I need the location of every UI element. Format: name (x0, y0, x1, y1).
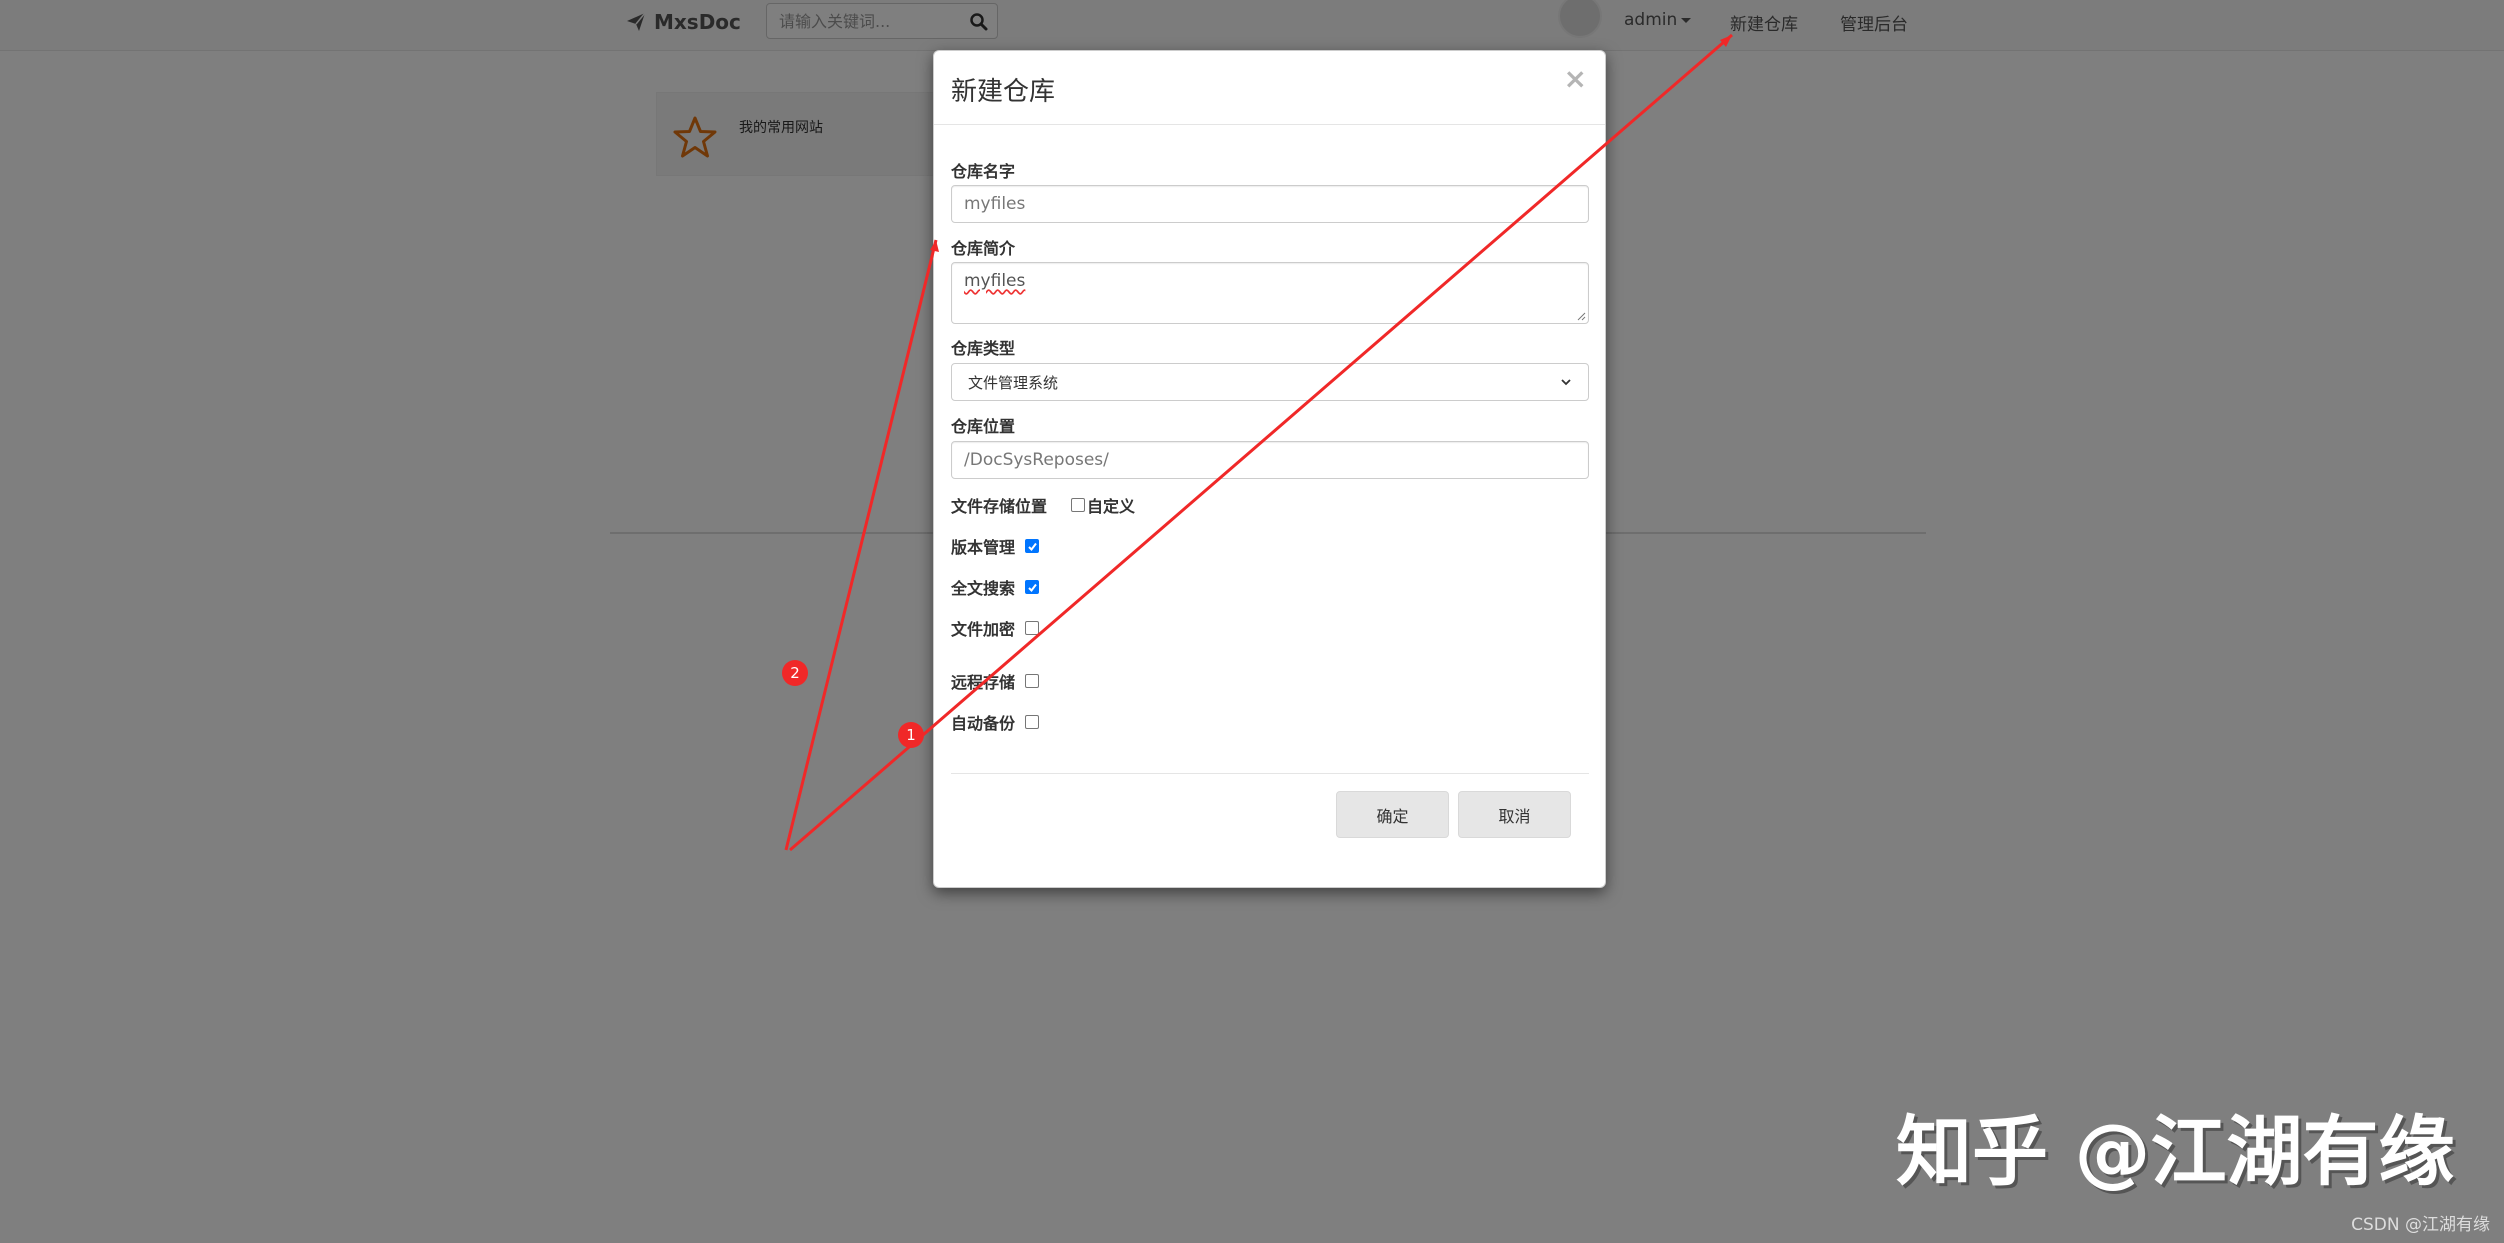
repo-name-label: 仓库名字 (951, 162, 1016, 181)
auto-backup-checkbox[interactable] (1025, 715, 1040, 729)
repo-location-input[interactable]: /DocSysReposes/ (951, 441, 1589, 479)
file-encrypt-row: 文件加密 (951, 616, 1040, 640)
custom-location-label: 自定义 (1087, 497, 1136, 516)
annotation-badge-1: 1 (898, 722, 924, 748)
repo-intro-value: myfiles (964, 271, 1026, 291)
file-encrypt-checkbox[interactable] (1025, 621, 1040, 635)
remote-storage-checkbox[interactable] (1025, 674, 1040, 688)
version-mgmt-checkbox[interactable] (1025, 539, 1040, 553)
repo-location-label: 仓库位置 (951, 417, 1016, 436)
zhihu-watermark: 知乎 @江湖有缘 (1896, 1107, 2455, 1196)
repo-location-value: /DocSysReposes/ (964, 450, 1109, 470)
close-icon[interactable]: × (1564, 65, 1587, 93)
repo-type-selected: 文件管理系统 (968, 373, 1059, 392)
dialog-title: 新建仓库 (951, 77, 1056, 107)
dialog-header: 新建仓库 × (934, 51, 1605, 125)
repo-intro-label: 仓库简介 (951, 239, 1016, 258)
csdn-credit: CSDN @江湖有缘 (2351, 1215, 2490, 1235)
auto-backup-row: 自动备份 (951, 710, 1040, 734)
custom-location-checkbox[interactable] (1071, 498, 1086, 512)
fulltext-search-label: 全文搜索 (951, 579, 1016, 598)
repo-type-label: 仓库类型 (951, 339, 1016, 358)
repo-name-value: myfiles (964, 194, 1026, 214)
remote-storage-label: 远程存储 (951, 673, 1016, 692)
cancel-button[interactable]: 取消 (1458, 791, 1571, 838)
checkmark-icon (1027, 542, 1037, 551)
resize-grip-icon[interactable] (1576, 311, 1586, 321)
fulltext-search-row: 全文搜索 (951, 575, 1040, 599)
fulltext-search-checkbox[interactable] (1025, 580, 1040, 594)
remote-storage-row: 远程存储 (951, 669, 1040, 693)
chevron-down-icon (1561, 379, 1571, 386)
file-storage-row: 文件存储位置 自定义 (951, 493, 1135, 517)
version-mgmt-label: 版本管理 (951, 538, 1016, 557)
repo-intro-textarea[interactable]: myfiles (951, 262, 1589, 324)
custom-location-option[interactable]: 自定义 (1071, 493, 1135, 517)
auto-backup-label: 自动备份 (951, 714, 1016, 733)
new-repo-dialog: 新建仓库 × 仓库名字 myfiles 仓库简介 myfiles 仓库类型 文件… (933, 50, 1606, 888)
checkmark-icon (1027, 583, 1037, 592)
confirm-button[interactable]: 确定 (1336, 791, 1449, 838)
file-encrypt-label: 文件加密 (951, 620, 1016, 639)
repo-type-select[interactable]: 文件管理系统 (951, 363, 1589, 401)
dialog-footer-divider (951, 773, 1589, 774)
file-storage-label: 文件存储位置 (951, 497, 1048, 516)
repo-name-input[interactable]: myfiles (951, 185, 1589, 223)
version-mgmt-row: 版本管理 (951, 534, 1040, 558)
annotation-badge-2: 2 (782, 660, 808, 686)
